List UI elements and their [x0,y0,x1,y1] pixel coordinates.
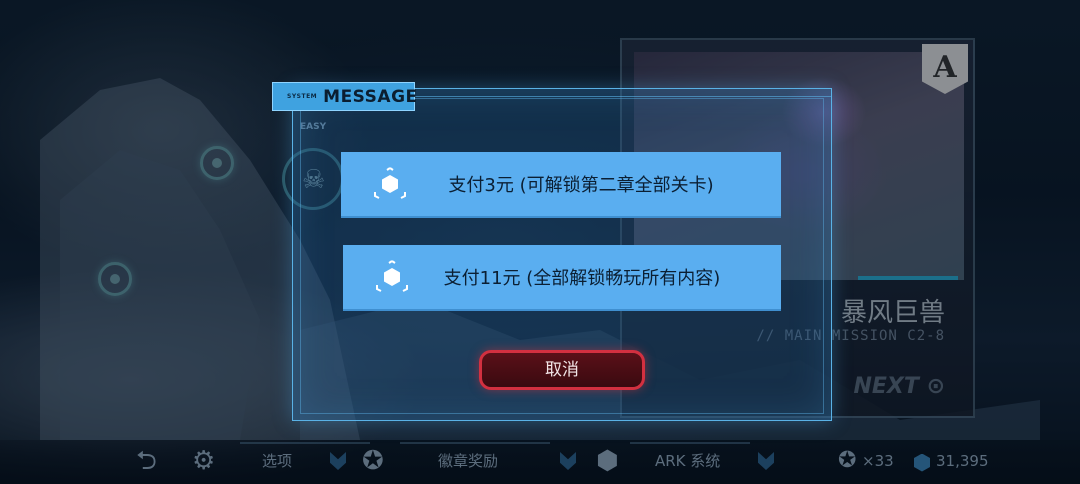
pay-3-button[interactable]: 支付3元 (可解锁第二章全部关卡) [341,152,781,218]
dialog-title-tab: SYSTEM MESSAGE [272,82,418,111]
pay-11-label: 支付11元 (全部解锁畅玩所有内容) [443,268,721,289]
dialog-tab-small: SYSTEM [287,93,318,100]
dialog-title: MESSAGE [323,86,418,107]
cancel-button[interactable]: 取消 [479,350,645,390]
pay-11-button[interactable]: 支付11元 (全部解锁畅玩所有内容) [343,245,781,311]
pay-3-label: 支付3元 (可解锁第二章全部关卡) [448,175,714,196]
dialog-top-line [415,96,832,97]
